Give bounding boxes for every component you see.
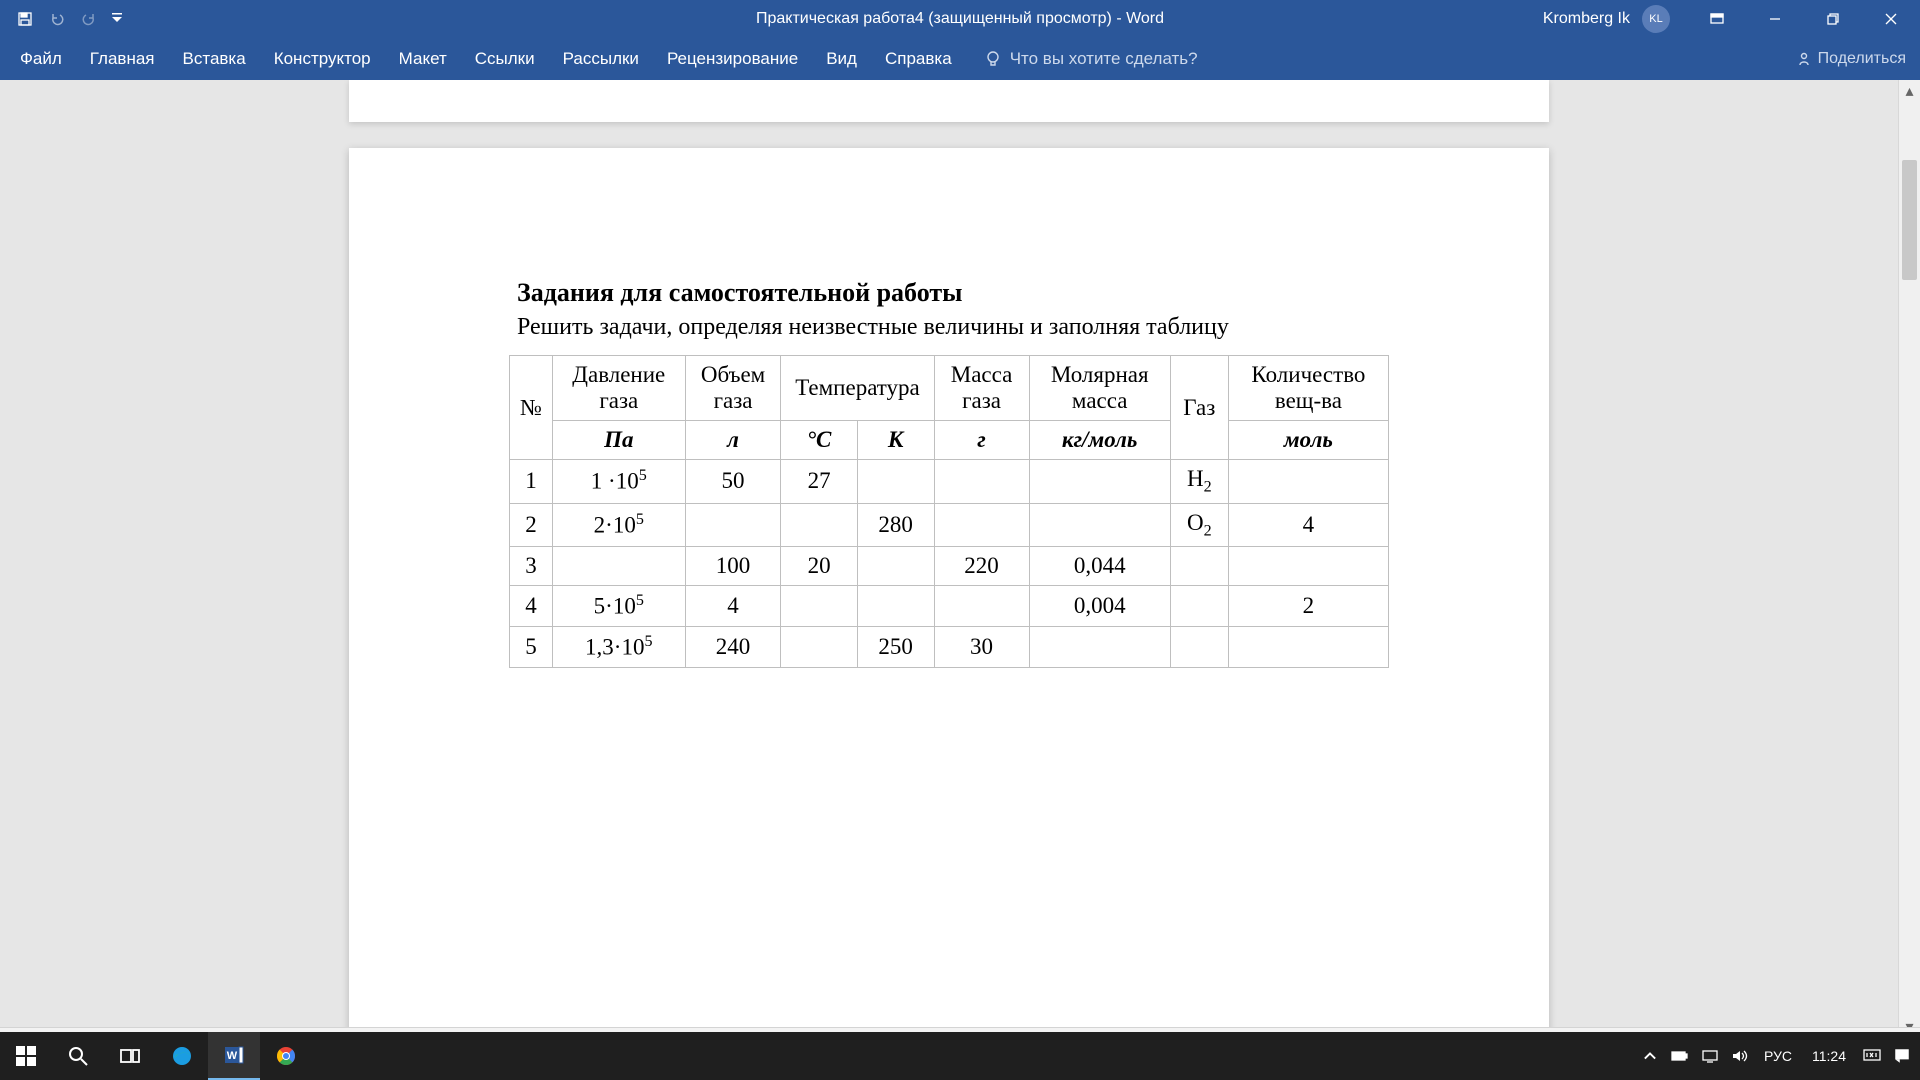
tab-file[interactable]: Файл [6,39,76,79]
maximize-icon[interactable] [1804,0,1862,38]
edge-icon[interactable] [156,1032,208,1080]
tab-references[interactable]: Ссылки [461,39,549,79]
tab-mailings[interactable]: Рассылки [549,39,653,79]
tell-me-search[interactable]: Что вы хотите сделать? [966,49,1198,69]
th-unit-kgmol: кг/моль [1029,421,1170,460]
doc-heading: Задания для самостоятельной работы [517,278,1389,308]
th-num: № [510,356,553,460]
notifications-icon[interactable] [1888,1032,1916,1080]
table-row: 5 1,3·105 240 250 30 [510,626,1389,667]
save-icon[interactable] [14,8,36,30]
share-label: Поделиться [1818,50,1906,68]
tell-me-label: Что вы хотите сделать? [1010,49,1198,69]
task-view-icon[interactable] [104,1032,156,1080]
tab-layout[interactable]: Макет [385,39,461,79]
search-icon[interactable] [52,1032,104,1080]
volume-icon[interactable] [1726,1032,1754,1080]
previous-page-bottom [349,80,1549,122]
scroll-thumb[interactable] [1902,160,1917,280]
windows-taskbar: W РУС 11:24 [0,1032,1920,1080]
th-amount: Количество вещ-ва [1228,356,1388,421]
table-row: 1 1 ·105 50 27 H2 [510,460,1389,504]
th-molarmass: Молярная масса [1029,356,1170,421]
data-table: № Давление газа Объем газа Температура М… [509,355,1389,668]
th-gas: Газ [1170,356,1228,460]
document-page: Задания для самостоятельной работы Решит… [349,148,1549,1038]
tray-chevron-icon[interactable] [1636,1032,1664,1080]
battery-icon[interactable] [1666,1032,1694,1080]
tab-help[interactable]: Справка [871,39,966,79]
th-temperature: Температура [781,356,934,421]
th-unit-mol: моль [1228,421,1388,460]
tab-insert[interactable]: Вставка [169,39,260,79]
table-row: 2 2·105 280 O2 4 [510,503,1389,547]
document-area[interactable]: Задания для самостоятельной работы Решит… [0,80,1898,1038]
share-icon [1796,51,1812,67]
doc-subheading: Решить задачи, определяя неизвестные вел… [517,314,1389,341]
ribbon-display-icon[interactable] [1688,0,1746,38]
tab-design[interactable]: Конструктор [260,39,385,79]
th-unit-c: °C [781,421,857,460]
word-icon[interactable]: W [208,1032,260,1080]
th-unit-pa: Па [552,421,685,460]
th-unit-k: К [857,421,934,460]
ribbon-tabs: Файл Главная Вставка Конструктор Макет С… [0,38,1920,80]
network-icon[interactable] [1696,1032,1724,1080]
undo-icon[interactable] [46,8,68,30]
minimize-icon[interactable] [1746,0,1804,38]
start-button[interactable] [0,1032,52,1080]
input-language[interactable]: РУС [1756,1048,1800,1064]
table-row: 3 100 20 220 0,044 [510,547,1389,586]
clock[interactable]: 11:24 [1802,1048,1856,1064]
redo-icon[interactable] [78,8,100,30]
th-mass: Масса газа [934,356,1029,421]
title-bar: Практическая работа4 (защищенный просмот… [0,0,1920,38]
vertical-scrollbar[interactable]: ▴ ▾ [1898,80,1920,1038]
ime-icon[interactable] [1858,1032,1886,1080]
th-unit-l: л [685,421,781,460]
tab-review[interactable]: Рецензирование [653,39,812,79]
tab-home[interactable]: Главная [76,39,169,79]
user-avatar[interactable]: KL [1642,5,1670,33]
table-row: 4 5·105 4 0,004 2 [510,586,1389,627]
th-pressure: Давление газа [552,356,685,421]
th-volume: Объем газа [685,356,781,421]
scroll-up-icon[interactable]: ▴ [1899,80,1920,102]
close-icon[interactable] [1862,0,1920,38]
chrome-icon[interactable] [260,1032,312,1080]
user-name[interactable]: Kromberg Ik [1543,10,1630,28]
customize-qat-icon[interactable] [110,8,124,30]
table-body: 1 1 ·105 50 27 H2 2 2·105 280 O2 4 3 100… [510,460,1389,668]
tab-view[interactable]: Вид [812,39,871,79]
svg-text:W: W [227,1050,238,1062]
window-title: Практическая работа4 (защищенный просмот… [756,10,1164,28]
lightbulb-icon [984,50,1002,68]
share-button[interactable]: Поделиться [1796,50,1906,68]
th-unit-g: г [934,421,1029,460]
